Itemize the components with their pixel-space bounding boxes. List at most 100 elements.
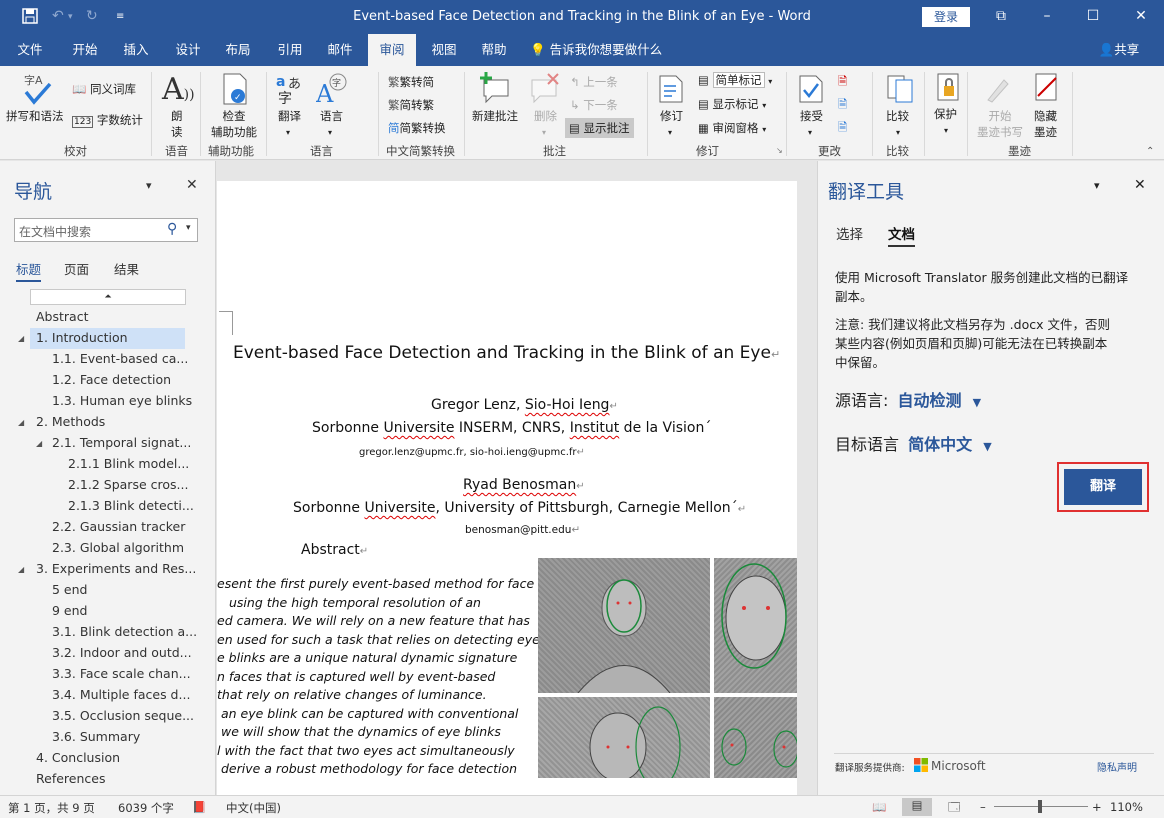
- abstract-line[interactable]: n faces that is captured well by event-b…: [217, 669, 495, 684]
- previous-change-icon[interactable]: 🗎: [838, 97, 847, 116]
- translator-close-icon[interactable]: ✕: [1134, 177, 1146, 193]
- nav-heading-item[interactable]: 2.2. Gaussian tracker: [52, 519, 185, 534]
- share-button[interactable]: 👤共享: [1094, 34, 1144, 66]
- read-mode-icon[interactable]: 📖: [872, 800, 886, 814]
- abstract-line[interactable]: that rely on relative changes of luminan…: [217, 687, 487, 702]
- language-button[interactable]: 语言 ▾: [320, 108, 343, 138]
- privacy-link[interactable]: 隐私声明: [1097, 759, 1137, 774]
- collapse-ribbon-icon[interactable]: ⌃: [1146, 146, 1154, 157]
- abstract-line[interactable]: we will show that the dynamics of eye bl…: [221, 724, 501, 739]
- nav-heading-item[interactable]: References: [36, 771, 105, 786]
- zoom-in-icon[interactable]: +: [1092, 800, 1102, 814]
- collapse-icon[interactable]: ◢: [18, 565, 24, 574]
- nav-tab-pages[interactable]: 页面: [64, 259, 89, 278]
- nav-heading-item[interactable]: 1.1. Event-based ca...: [52, 351, 188, 366]
- new-comment-button[interactable]: 新建批注: [472, 108, 518, 124]
- nav-heading-item[interactable]: 3. Experiments and Res...: [36, 561, 196, 576]
- page-count[interactable]: 第 1 页，共 9 页: [8, 800, 95, 816]
- minimize-icon[interactable]: –: [1036, 6, 1058, 26]
- nav-heading-item[interactable]: 2. Methods: [36, 414, 105, 429]
- authors-line-1[interactable]: Gregor Lenz, Sio-Hoi Ieng↵: [431, 397, 618, 413]
- email-line-2[interactable]: benosman@pitt.edu↵: [465, 524, 580, 536]
- trad-to-simp-button[interactable]: 繁繁转简: [388, 74, 434, 90]
- login-button[interactable]: 登录: [922, 7, 970, 27]
- nav-heading-item[interactable]: 3.3. Face scale chan...: [52, 666, 191, 681]
- start-inking-button[interactable]: 开始 墨迹书写: [976, 108, 1024, 140]
- nav-heading-item[interactable]: 4. Conclusion: [36, 750, 120, 765]
- show-markup-button[interactable]: ▤ 显示标记 ▾: [698, 96, 766, 112]
- next-comment-button[interactable]: ↳ 下一条: [570, 97, 618, 113]
- accept-button[interactable]: 接受 ▾: [800, 108, 823, 138]
- translate-button[interactable]: 翻译 ▾: [278, 108, 301, 138]
- maximize-icon[interactable]: ☐: [1082, 6, 1104, 26]
- translate-document-button[interactable]: 翻译: [1064, 469, 1142, 505]
- nav-heading-item[interactable]: 1. Introduction: [36, 330, 128, 345]
- spelling-grammar-button[interactable]: 拼写和语法: [6, 108, 64, 124]
- tab-view[interactable]: 视图: [422, 34, 466, 66]
- abstract-line[interactable]: esent the first purely event-based metho…: [217, 576, 534, 591]
- email-line-1[interactable]: gregor.lenz@upmc.fr, sio-hoi.ieng@upmc.f…: [359, 447, 585, 458]
- show-comments-button[interactable]: ▤ 显示批注: [565, 118, 634, 138]
- tab-layout[interactable]: 布局: [216, 34, 260, 66]
- affiliation-line-2[interactable]: Sorbonne Universite, University of Pitts…: [293, 500, 746, 516]
- reject-icon[interactable]: 🗎: [838, 74, 847, 93]
- translator-tab-selection[interactable]: 选择: [836, 223, 863, 243]
- nav-heading-item[interactable]: 3.6. Summary: [52, 729, 140, 744]
- tab-insert[interactable]: 插入: [114, 34, 158, 66]
- tab-design[interactable]: 设计: [166, 34, 210, 66]
- tell-me-search[interactable]: 💡 告诉我你想要做什么: [530, 34, 670, 66]
- delete-comment-button[interactable]: 删除 ▾: [534, 108, 557, 138]
- nav-tab-results[interactable]: 结果: [114, 259, 139, 278]
- tab-review[interactable]: 审阅: [368, 34, 416, 66]
- scroll-to-top-icon[interactable]: ⏶: [30, 289, 186, 305]
- nav-heading-item[interactable]: 2.1.1 Blink model...: [68, 456, 189, 471]
- nav-heading-item[interactable]: 3.1. Blink detection a...: [52, 624, 197, 639]
- zoom-level[interactable]: 110%: [1110, 800, 1143, 814]
- search-dropdown-icon[interactable]: ▾: [186, 223, 191, 233]
- affiliation-line-1[interactable]: Sorbonne Universite INSERM, CNRS, Instit…: [312, 420, 711, 436]
- nav-options-icon[interactable]: ▾: [146, 179, 152, 192]
- nav-heading-item[interactable]: 2.1. Temporal signat...: [52, 435, 191, 450]
- nav-heading-item[interactable]: 2.3. Global algorithm: [52, 540, 184, 555]
- translator-tab-document[interactable]: 文档: [888, 223, 915, 247]
- collapse-icon[interactable]: ◢: [18, 418, 24, 427]
- compare-button[interactable]: 比较 ▾: [886, 108, 909, 138]
- chevron-down-icon[interactable]: ▼: [983, 440, 991, 453]
- zoom-slider-thumb[interactable]: [1038, 800, 1042, 813]
- nav-heading-item[interactable]: 3.2. Indoor and outd...: [52, 645, 192, 660]
- nav-search-input[interactable]: 在文档中搜索 ⚲ ▾: [14, 218, 198, 242]
- tracking-dialog-launcher-icon[interactable]: ↘: [776, 146, 783, 155]
- word-count-button[interactable]: 123 字数统计: [72, 112, 143, 128]
- check-accessibility-button[interactable]: 检查 辅助功能: [208, 108, 260, 140]
- nav-heading-item[interactable]: 1.3. Human eye blinks: [52, 393, 192, 408]
- nav-heading-item[interactable]: 9 end: [52, 603, 87, 618]
- abstract-line[interactable]: ed camera. We will rely on a new feature…: [217, 613, 530, 628]
- target-language-dropdown[interactable]: 简体中文: [908, 435, 972, 454]
- print-layout-icon[interactable]: ▤: [902, 798, 932, 816]
- simple-markup-dropdown[interactable]: ▤ 简单标记 ▾: [698, 72, 772, 88]
- collapse-icon[interactable]: ◢: [18, 334, 24, 343]
- nav-heading-item[interactable]: 3.4. Multiple faces d...: [52, 687, 190, 702]
- thesaurus-button[interactable]: 📖 同义词库: [72, 81, 136, 97]
- conversion-button[interactable]: 简简繁转换: [388, 120, 446, 136]
- abstract-heading[interactable]: Abstract↵: [301, 542, 368, 558]
- zoom-out-icon[interactable]: –: [980, 800, 986, 814]
- collapse-icon[interactable]: ◢: [36, 439, 42, 448]
- tab-help[interactable]: 帮助: [472, 34, 516, 66]
- word-count[interactable]: 6039 个字: [118, 800, 174, 816]
- tab-home[interactable]: 开始: [62, 34, 108, 66]
- translator-options-icon[interactable]: ▾: [1094, 179, 1100, 192]
- author-2[interactable]: Ryad Benosman↵: [463, 477, 585, 493]
- nav-tab-headings[interactable]: 标题: [16, 259, 42, 282]
- figure-event-faces[interactable]: [538, 558, 799, 788]
- abstract-line[interactable]: derive a robust methodology for face det…: [221, 761, 517, 776]
- nav-close-icon[interactable]: ✕: [186, 177, 198, 193]
- close-window-icon[interactable]: ✕: [1130, 6, 1152, 26]
- nav-heading-item[interactable]: 2.1.3 Blink detecti...: [68, 498, 194, 513]
- chevron-down-icon[interactable]: ▼: [973, 396, 981, 409]
- language-status[interactable]: 中文(中国): [226, 800, 281, 816]
- document-area[interactable]: Event-based Face Detection and Tracking …: [217, 161, 817, 795]
- nav-heading-item[interactable]: 2.1.2 Sparse cros...: [68, 477, 188, 492]
- next-change-icon[interactable]: 🗎: [838, 120, 847, 139]
- simp-to-trad-button[interactable]: 繁简转繁: [388, 97, 434, 113]
